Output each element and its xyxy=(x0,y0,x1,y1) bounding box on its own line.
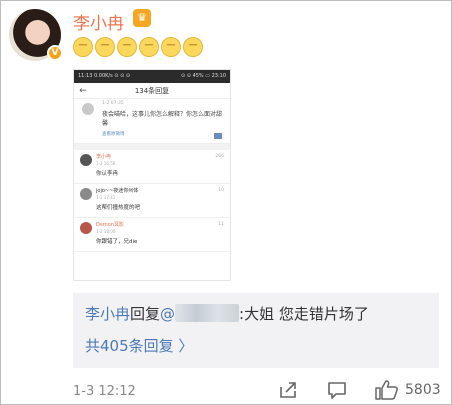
reply-verb: 回复 xyxy=(130,305,161,323)
more-replies-link[interactable]: 共405条回复 〉 xyxy=(85,335,193,356)
reply-username[interactable]: 李小冉 xyxy=(85,305,130,323)
shot-comment: jojo~~夜迷你州体 1-2 17:41 这帮们撞热度的吧 10 xyxy=(74,184,230,218)
blurred-username xyxy=(175,304,240,322)
emoji-icon: ㅡ xyxy=(95,37,115,57)
shot-post-body: 夜会喵哈，这事儿你怎么解释？你怎么面对甜馨 xyxy=(102,111,223,127)
shot-comment-time: 1-2 16:56 xyxy=(96,161,116,166)
shot-comment-likes: 266 xyxy=(215,154,224,159)
emoji-icon: ㅡ xyxy=(161,37,181,57)
back-arrow-icon: ← xyxy=(79,85,87,96)
shot-comment-text: 你认李冉 xyxy=(96,171,119,177)
emoji-icon: ㅡ xyxy=(139,37,159,57)
shot-comment-likes: 11 xyxy=(218,222,224,227)
comment-icon[interactable] xyxy=(326,379,348,401)
share-icon[interactable] xyxy=(277,379,299,401)
shot-title: 134条回复 xyxy=(134,86,170,95)
embedded-screenshot[interactable]: 11:13 0.00K/s ⊙ ⊙ ⊙ ⊙ ⊙ 45% ▭ 23:10 ← 13… xyxy=(73,69,231,281)
like-icon[interactable] xyxy=(374,379,400,401)
reply-text: :大姐 您走错片场了 xyxy=(239,305,369,323)
shot-status-right: ⊙ ⊙ 45% ▭ 23:10 xyxy=(181,73,226,79)
emoji-icon: ㅡ xyxy=(117,37,137,57)
reply-line: 李小冉回复@ :大姐 您走错片场了 xyxy=(85,303,369,324)
username[interactable]: 李小冉 xyxy=(73,9,124,34)
shot-comment-likes: 10 xyxy=(218,188,224,193)
emoji-icon: ㅡ xyxy=(73,37,93,57)
shot-post-avatar xyxy=(82,103,94,115)
shot-expand-icon xyxy=(214,133,222,139)
shot-comment-avatar xyxy=(80,222,92,234)
shot-comment-time: 1-2 18:00 xyxy=(96,229,116,234)
shot-original-post: 1-2 07:35 夜会喵哈，这事儿你怎么解释？你怎么面对甜馨 查看原微博 xyxy=(74,99,230,144)
post-timestamp: 1-3 12:12 xyxy=(73,384,136,399)
emoji-row: ㅡ ㅡ ㅡ ㅡ ㅡ ㅡ xyxy=(73,37,203,57)
reply-box: 李小冉回复@ :大姐 您走错片场了 共405条回复 〉 xyxy=(73,293,439,368)
comment-card: V 李小冉 ♛ ㅡ ㅡ ㅡ ㅡ ㅡ ㅡ 11:13 0.00K/s ⊙ ⊙ ⊙ … xyxy=(0,0,452,405)
shot-comment-name: jojo~~夜迷你州体 xyxy=(96,188,139,194)
shot-status-bar: 11:13 0.00K/s ⊙ ⊙ ⊙ ⊙ ⊙ 45% ▭ 23:10 xyxy=(74,70,230,83)
shot-nav-bar: ← 134条回复 xyxy=(74,83,230,99)
reply-mention[interactable]: @ xyxy=(160,305,175,323)
shot-status-left: 11:13 0.00K/s ⊙ ⊙ ⊙ xyxy=(78,73,131,79)
shot-comment: 李小冉 1-2 16:56 你认李冉 266 xyxy=(74,150,230,184)
shot-comment-text: 这帮们撞热度的吧 xyxy=(96,205,141,211)
shot-comment-avatar xyxy=(80,154,92,166)
shot-comment-avatar xyxy=(80,188,92,200)
shot-post-link: 查看原微博 xyxy=(102,132,125,137)
shot-comment: Demon冥影 1-2 18:00 你跟错了，兄die 11 xyxy=(74,218,230,252)
like-count: 5803 xyxy=(405,382,441,398)
shot-post-time: 1-2 07:35 xyxy=(102,101,124,106)
shot-comment-name: Demon冥影 xyxy=(96,222,125,228)
crown-badge-icon: ♛ xyxy=(133,9,151,27)
emoji-icon: ㅡ xyxy=(183,37,203,57)
shot-comment-text: 你跟错了，兄die xyxy=(96,239,138,245)
shot-comment-time: 1-2 17:41 xyxy=(96,195,116,200)
verified-badge-icon: V xyxy=(47,45,63,61)
shot-comment-name: 李小冉 xyxy=(96,154,112,160)
